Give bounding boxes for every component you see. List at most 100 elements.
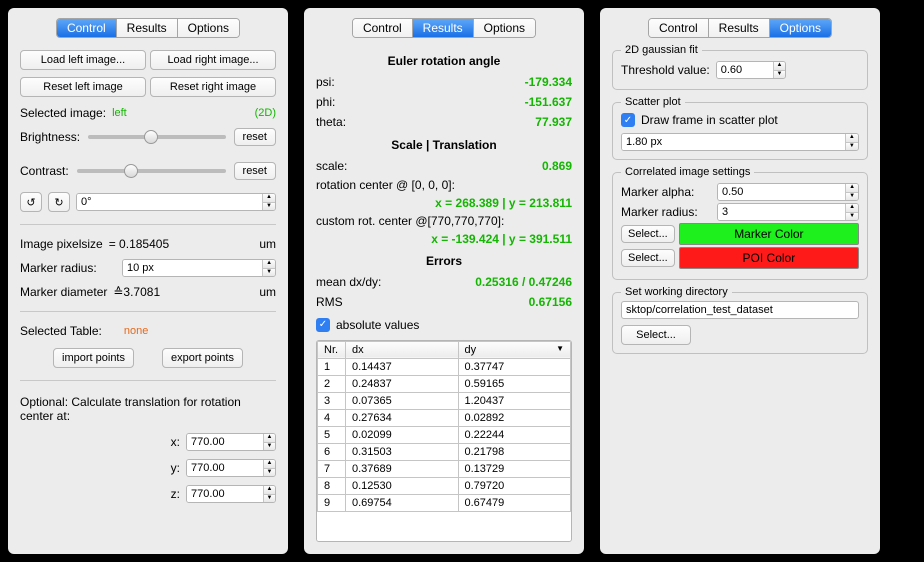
tab-results[interactable]: Results — [709, 19, 770, 37]
load-left-button[interactable]: Load left image... — [20, 50, 146, 70]
euler-title: Euler rotation angle — [316, 54, 572, 68]
poi-color-swatch[interactable]: POI Color — [679, 247, 859, 269]
threshold-spinner[interactable]: ▲▼ — [773, 62, 785, 78]
wd-select-button[interactable]: Select... — [621, 325, 691, 345]
phi-label: phi: — [316, 95, 335, 109]
cell-dx: 0.07365 — [346, 392, 459, 409]
brightness-reset-button[interactable]: reset — [234, 128, 276, 146]
group-scatter: Scatter plot ✓ Draw frame in scatter plo… — [612, 102, 868, 160]
marker-radius-opt-spinner[interactable]: ▲▼ — [845, 204, 858, 220]
marker-color-swatch[interactable]: Marker Color — [679, 223, 859, 245]
panel-options: Control Results Options 2D gaussian fit … — [600, 8, 880, 554]
panel-results: Control Results Options Euler rotation a… — [304, 8, 584, 554]
tabs-control: Control Results Options — [56, 18, 240, 38]
th-dy[interactable]: dy▼ — [458, 341, 571, 358]
table-row[interactable]: 90.697540.67479 — [318, 494, 571, 511]
poi-color-select-button[interactable]: Select... — [621, 249, 675, 267]
errors-table: Nr. dx dy▼ 10.144370.3774720.248370.5916… — [317, 341, 571, 512]
marker-radius-opt-label: Marker radius: — [621, 205, 711, 219]
marker-radius-label: Marker radius: — [20, 261, 116, 275]
tab-results[interactable]: Results — [413, 19, 474, 37]
y-spinner[interactable]: ▲▼ — [263, 460, 275, 476]
reset-left-button[interactable]: Reset left image — [20, 77, 146, 97]
export-points-button[interactable]: export points — [162, 348, 243, 368]
import-points-button[interactable]: import points — [53, 348, 134, 368]
z-input[interactable] — [187, 486, 263, 502]
errors-title: Errors — [316, 254, 572, 268]
pixelsize-value: = 0.185405 — [109, 237, 169, 251]
table-row[interactable]: 50.020990.22244 — [318, 426, 571, 443]
threshold-input[interactable] — [717, 62, 774, 78]
table-row[interactable]: 30.073651.20437 — [318, 392, 571, 409]
brightness-slider[interactable] — [88, 135, 226, 139]
x-input[interactable] — [187, 434, 263, 450]
marker-color-select-button[interactable]: Select... — [621, 225, 675, 243]
frame-px-input[interactable] — [622, 134, 845, 150]
table-row[interactable]: 10.144370.37747 — [318, 358, 571, 375]
brightness-label: Brightness: — [20, 130, 80, 144]
x-spinner[interactable]: ▲▼ — [263, 434, 275, 450]
cell-dx: 0.31503 — [346, 443, 459, 460]
cell-dy: 0.59165 — [458, 375, 571, 392]
cell-nr: 7 — [318, 460, 346, 477]
draw-frame-checkbox[interactable]: ✓ — [621, 113, 635, 127]
scale-value: 0.869 — [542, 159, 572, 173]
theta-label: theta: — [316, 115, 346, 129]
draw-frame-label: Draw frame in scatter plot — [641, 113, 778, 127]
cell-dy: 0.02892 — [458, 409, 571, 426]
tab-options[interactable]: Options — [178, 19, 239, 37]
angle-input[interactable] — [77, 194, 262, 210]
z-spinner[interactable]: ▲▼ — [263, 486, 275, 502]
cell-nr: 2 — [318, 375, 346, 392]
marker-radius-spinner[interactable]: ▲▼ — [262, 260, 275, 276]
marker-alpha-label: Marker alpha: — [621, 185, 711, 199]
th-nr[interactable]: Nr. — [318, 341, 346, 358]
y-input[interactable] — [187, 460, 263, 476]
absolute-values-checkbox[interactable]: ✓ — [316, 318, 330, 332]
tab-results[interactable]: Results — [117, 19, 178, 37]
rotate-ccw-button[interactable]: ↺ — [20, 192, 42, 212]
y-label: y: — [171, 461, 180, 475]
cell-dy: 0.22244 — [458, 426, 571, 443]
table-row[interactable]: 20.248370.59165 — [318, 375, 571, 392]
tab-control[interactable]: Control — [353, 19, 413, 37]
marker-radius-opt-input[interactable] — [718, 204, 845, 220]
tabs-results: Control Results Options — [352, 18, 536, 38]
marker-diameter-unit: um — [259, 285, 276, 299]
tab-options[interactable]: Options — [770, 19, 831, 37]
frame-px-spinner[interactable]: ▲▼ — [845, 134, 858, 150]
correlated-title: Correlated image settings — [621, 166, 754, 178]
rot-center-label: rotation center @ [0, 0, 0]: — [316, 178, 572, 192]
wd-input[interactable] — [621, 301, 859, 319]
selected-image-value: left — [112, 107, 127, 119]
cell-nr: 6 — [318, 443, 346, 460]
rotate-cw-button[interactable]: ↻ — [48, 192, 70, 212]
load-right-button[interactable]: Load right image... — [150, 50, 276, 70]
table-row[interactable]: 40.276340.02892 — [318, 409, 571, 426]
table-row[interactable]: 60.315030.21798 — [318, 443, 571, 460]
reset-right-button[interactable]: Reset right image — [150, 77, 276, 97]
cell-dx: 0.27634 — [346, 409, 459, 426]
marker-diameter-label: Marker diameter — [20, 285, 107, 299]
cell-dx: 0.02099 — [346, 426, 459, 443]
group-gaussian: 2D gaussian fit Threshold value: ▲▼ — [612, 50, 868, 90]
tab-options[interactable]: Options — [474, 19, 535, 37]
cell-dy: 0.13729 — [458, 460, 571, 477]
contrast-reset-button[interactable]: reset — [234, 162, 276, 180]
absolute-values-label: absolute values — [336, 318, 419, 332]
angle-spinner[interactable]: ▲▼ — [262, 194, 275, 210]
z-label: z: — [171, 487, 180, 501]
mean-label: mean dx/dy: — [316, 275, 381, 289]
marker-alpha-input[interactable] — [718, 184, 845, 200]
table-row[interactable]: 70.376890.13729 — [318, 460, 571, 477]
th-dx[interactable]: dx — [346, 341, 459, 358]
marker-radius-input[interactable] — [123, 260, 262, 276]
rms-label: RMS — [316, 295, 343, 309]
cell-dy: 0.37747 — [458, 358, 571, 375]
mode-indicator: (2D) — [255, 107, 276, 119]
marker-alpha-spinner[interactable]: ▲▼ — [845, 184, 858, 200]
table-row[interactable]: 80.125300.79720 — [318, 477, 571, 494]
tab-control[interactable]: Control — [57, 19, 117, 37]
tab-control[interactable]: Control — [649, 19, 709, 37]
contrast-slider[interactable] — [77, 169, 226, 173]
